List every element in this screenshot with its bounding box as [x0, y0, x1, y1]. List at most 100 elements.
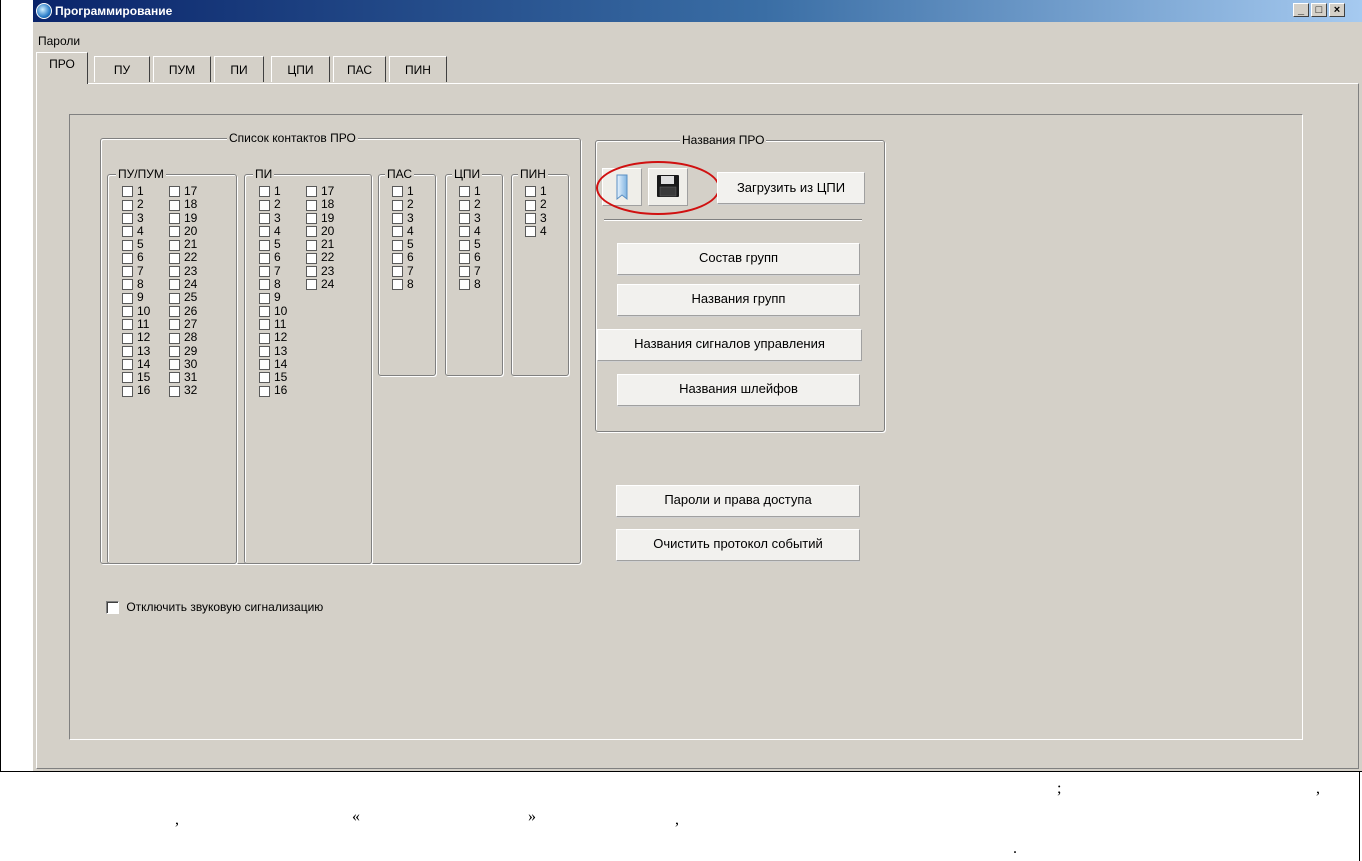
contact-checkbox-item[interactable]: 3: [392, 211, 414, 225]
maximize-button[interactable]: □: [1311, 3, 1327, 17]
contact-checkbox[interactable]: [392, 239, 403, 251]
contact-checkbox[interactable]: [169, 292, 180, 304]
contact-checkbox[interactable]: [169, 306, 180, 317]
contact-checkbox[interactable]: [306, 239, 317, 251]
contact-checkbox[interactable]: [122, 385, 133, 397]
contact-checkbox[interactable]: [259, 226, 270, 238]
contact-checkbox-item[interactable]: 11: [259, 317, 286, 331]
tab-pro[interactable]: ПРО: [36, 52, 88, 84]
contact-checkbox-item[interactable]: 4: [122, 224, 144, 238]
contact-checkbox[interactable]: [525, 199, 536, 211]
contact-checkbox[interactable]: [122, 345, 133, 357]
contact-checkbox[interactable]: [459, 279, 470, 291]
contact-checkbox[interactable]: [122, 372, 133, 384]
contact-checkbox[interactable]: [122, 226, 133, 238]
contact-checkbox[interactable]: [259, 186, 270, 198]
contact-checkbox[interactable]: [259, 319, 270, 331]
contact-checkbox-item[interactable]: 25: [169, 291, 197, 304]
contact-checkbox-item[interactable]: 8: [259, 278, 281, 291]
tab-cpi[interactable]: ЦПИ: [271, 56, 330, 82]
contact-checkbox-item[interactable]: 13: [122, 344, 150, 358]
contact-checkbox-item[interactable]: 29: [169, 344, 197, 358]
contact-checkbox[interactable]: [169, 359, 180, 371]
contact-checkbox-item[interactable]: 7: [459, 264, 481, 278]
contact-checkbox[interactable]: [259, 266, 270, 278]
tab-pu[interactable]: ПУ: [94, 56, 150, 82]
contact-checkbox[interactable]: [392, 199, 403, 211]
contact-checkbox-item[interactable]: 16: [122, 384, 150, 397]
contact-checkbox-item[interactable]: 1: [525, 185, 547, 198]
contact-checkbox[interactable]: [169, 332, 180, 344]
contact-checkbox[interactable]: [525, 186, 536, 198]
contact-checkbox[interactable]: [122, 306, 133, 317]
contact-checkbox-item[interactable]: 15: [259, 371, 287, 384]
contact-checkbox-item[interactable]: 14: [259, 357, 287, 371]
control-signal-names-button[interactable]: Названия сигналов управления: [597, 329, 862, 361]
contact-checkbox-item[interactable]: 2: [122, 198, 144, 211]
contact-checkbox-item[interactable]: 8: [459, 278, 481, 291]
contact-checkbox[interactable]: [525, 226, 536, 238]
contact-checkbox[interactable]: [459, 199, 470, 211]
contact-checkbox-item[interactable]: 18: [169, 198, 197, 211]
contact-checkbox[interactable]: [459, 226, 470, 238]
contact-checkbox-item[interactable]: 7: [122, 264, 144, 278]
contact-checkbox-item[interactable]: 24: [306, 278, 334, 291]
contact-checkbox-item[interactable]: 21: [169, 238, 197, 251]
contact-checkbox[interactable]: [122, 359, 133, 371]
contact-checkbox-item[interactable]: 3: [459, 211, 481, 225]
contact-checkbox[interactable]: [306, 252, 317, 264]
contact-checkbox-item[interactable]: 17: [169, 185, 197, 198]
contact-checkbox-item[interactable]: 26: [169, 304, 197, 318]
contact-checkbox-item[interactable]: 14: [122, 357, 150, 371]
contact-checkbox[interactable]: [259, 359, 270, 371]
contact-checkbox[interactable]: [306, 266, 317, 278]
contact-checkbox[interactable]: [122, 319, 133, 331]
contact-checkbox[interactable]: [259, 385, 270, 397]
loop-names-button[interactable]: Названия шлейфов: [617, 374, 860, 406]
tab-pi[interactable]: ПИ: [214, 56, 264, 82]
contact-checkbox[interactable]: [169, 239, 180, 251]
contact-checkbox-item[interactable]: 13: [259, 344, 287, 358]
contact-checkbox[interactable]: [392, 279, 403, 291]
contact-checkbox-item[interactable]: 27: [169, 317, 197, 331]
contact-checkbox[interactable]: [169, 345, 180, 357]
contact-checkbox[interactable]: [459, 252, 470, 264]
contact-checkbox-item[interactable]: 5: [259, 238, 281, 251]
mute-sound-option[interactable]: Отключить звуковую сигнализацию: [106, 600, 323, 615]
contact-checkbox[interactable]: [459, 239, 470, 251]
group-names-button[interactable]: Названия групп: [617, 284, 860, 316]
contact-checkbox-item[interactable]: 31: [169, 371, 197, 384]
contact-checkbox[interactable]: [122, 332, 133, 344]
contact-checkbox[interactable]: [259, 199, 270, 211]
contact-checkbox-item[interactable]: 6: [459, 251, 481, 264]
contact-checkbox[interactable]: [122, 266, 133, 278]
contact-checkbox-item[interactable]: 23: [306, 264, 334, 278]
contact-checkbox-item[interactable]: 6: [259, 251, 281, 264]
contact-checkbox-item[interactable]: 4: [392, 224, 414, 238]
contact-checkbox-item[interactable]: 20: [169, 224, 197, 238]
contact-checkbox[interactable]: [259, 252, 270, 264]
contact-checkbox[interactable]: [259, 306, 270, 317]
contact-checkbox[interactable]: [392, 186, 403, 198]
contact-checkbox-item[interactable]: 5: [392, 238, 414, 251]
contact-checkbox[interactable]: [169, 186, 180, 198]
contact-checkbox[interactable]: [122, 252, 133, 264]
contact-checkbox-item[interactable]: 2: [459, 198, 481, 211]
contact-checkbox-item[interactable]: 4: [259, 224, 281, 238]
contact-checkbox-item[interactable]: 8: [122, 278, 144, 291]
contact-checkbox[interactable]: [259, 345, 270, 357]
contact-checkbox-item[interactable]: 19: [306, 211, 334, 225]
contact-checkbox-item[interactable]: 3: [525, 211, 547, 225]
contact-checkbox-item[interactable]: 16: [259, 384, 287, 397]
menu-passwords[interactable]: Пароли: [38, 34, 80, 48]
contact-checkbox-item[interactable]: 19: [169, 211, 197, 225]
contact-checkbox[interactable]: [259, 332, 270, 344]
contact-checkbox[interactable]: [259, 212, 270, 224]
minimize-button[interactable]: _: [1293, 3, 1309, 17]
contact-checkbox[interactable]: [169, 199, 180, 211]
contact-checkbox-item[interactable]: 23: [169, 264, 197, 278]
contact-checkbox-item[interactable]: 7: [392, 264, 414, 278]
passwords-access-button[interactable]: Пароли и права доступа: [616, 485, 860, 517]
contact-checkbox-item[interactable]: 3: [122, 211, 144, 225]
contact-checkbox-item[interactable]: 2: [392, 198, 414, 211]
